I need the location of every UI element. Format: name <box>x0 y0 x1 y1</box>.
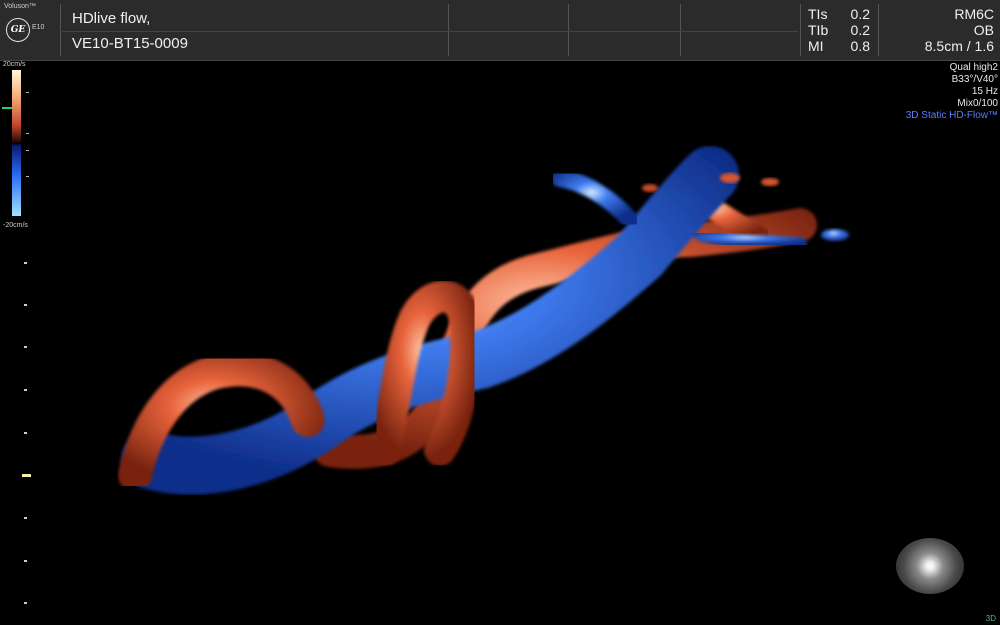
ge-logo-icon: GE <box>6 18 30 42</box>
depth-tick <box>24 602 27 604</box>
model-label: E10 <box>32 24 45 31</box>
frame-rate-label: 15 Hz <box>971 86 998 97</box>
header-divider <box>568 4 569 56</box>
artery-fragment <box>720 173 740 183</box>
view-mode-tag: 3D <box>985 614 996 623</box>
depth-tick <box>24 304 27 306</box>
header-divider <box>680 4 681 56</box>
mix-label: Mix0/100 <box>957 98 998 109</box>
angle-label: B33°/V40° <box>951 74 998 85</box>
header-row-divider <box>62 31 798 32</box>
quality-label: Qual high2 <box>949 62 998 73</box>
color-velocity-bar <box>12 70 21 216</box>
vein-segment <box>551 169 639 229</box>
param-mi: MI 0.8 <box>808 38 870 54</box>
param-value: 0.2 <box>850 6 870 22</box>
colorbar-tick <box>26 133 29 134</box>
header-divider <box>60 4 61 56</box>
vein-fragment <box>821 229 849 241</box>
preset-label: OB <box>973 22 994 38</box>
param-value: 0.8 <box>850 38 870 54</box>
param-tib: TIb 0.2 <box>808 22 870 38</box>
velocity-min-label: -20cm/s <box>3 222 28 229</box>
colorbar-tick <box>26 92 29 93</box>
focus-marker <box>22 474 31 477</box>
depth-tick <box>24 517 27 519</box>
depth-label: 8.5cm / 1.6 <box>924 38 994 54</box>
light-source-sphere[interactable] <box>896 538 964 594</box>
brand-label: Voluson™ <box>4 3 36 10</box>
probe-label: RM6C <box>954 6 994 22</box>
param-value: 0.2 <box>850 22 870 38</box>
param-label: TIs <box>808 6 828 22</box>
velocity-max-label: 20cm/s <box>3 61 26 68</box>
depth-tick <box>24 432 27 434</box>
header-divider <box>448 4 449 56</box>
artery-fragment <box>761 178 779 186</box>
param-tis: TIs 0.2 <box>808 6 870 22</box>
header-divider <box>878 4 879 56</box>
rendered-vessel-image[interactable] <box>40 130 920 550</box>
render-mode-label: 3D Static HD-Flow™ <box>905 110 998 121</box>
artery-fragment <box>642 184 658 192</box>
header-bar: Voluson™ GE E10 HDlive flow, VE10-BT15-0… <box>0 0 1000 61</box>
depth-tick <box>24 389 27 391</box>
depth-tick <box>24 346 27 348</box>
param-label: TIb <box>808 22 829 38</box>
depth-tick <box>24 262 27 264</box>
colorbar-tick <box>26 150 29 151</box>
depth-tick <box>24 560 27 562</box>
study-id: VE10-BT15-0009 <box>72 35 188 52</box>
baseline-marker <box>2 107 12 109</box>
colorbar-tick <box>26 176 29 177</box>
header-divider <box>800 4 801 56</box>
preset-title: HDlive flow, <box>72 10 151 27</box>
param-label: MI <box>808 38 824 54</box>
